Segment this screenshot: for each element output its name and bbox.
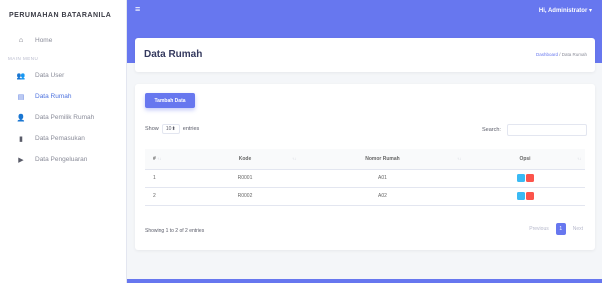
cell-opsi	[465, 169, 585, 188]
column-header-kode[interactable]: Kode ↑↓	[190, 149, 300, 170]
data-table: # ↑↓ Kode ↑↓ Nomor Rumah ↑↓ Opsi ↑↓ 1 R0001…	[145, 149, 585, 206]
sort-icon: ↑↓	[292, 156, 296, 161]
search-label: Search:	[482, 127, 501, 133]
cell-nomor-rumah: A02	[300, 187, 465, 206]
sidebar-item-label: Data Pemasukan	[35, 135, 85, 142]
page-1-button[interactable]: 1	[555, 223, 566, 235]
menu-header: MAIN MENU	[8, 55, 39, 61]
file-icon: ▮	[19, 135, 23, 143]
previous-page-button[interactable]: Previous	[525, 223, 552, 235]
users-icon: 👥	[16, 72, 26, 80]
sidebar-item-data-rumah[interactable]: ▤ Data Rumah	[0, 86, 126, 107]
column-header-no[interactable]: # ↑↓	[145, 149, 190, 170]
sidebar-item-label: Data User	[35, 72, 65, 79]
sidebar-item-label: Data Rumah	[35, 93, 72, 100]
footer-bar	[127, 279, 602, 283]
breadcrumb-current: Data Rumah	[561, 52, 587, 57]
page-header: Data Rumah Dashboard / Data Rumah	[135, 38, 595, 72]
menu-toggle-icon[interactable]: ≡	[135, 4, 140, 14]
cell-kode: R0001	[190, 169, 300, 188]
entries-label: entries	[182, 126, 200, 132]
sort-icon: ↑↓	[577, 156, 581, 161]
cell-kode: R0002	[190, 187, 300, 206]
show-label: Show	[145, 126, 159, 132]
folder-icon: ▶	[18, 156, 24, 164]
entries-length-control: Show 10 ⬍ entries	[145, 124, 199, 134]
sidebar-item-data-pemasukan[interactable]: ▮ Data Pemasukan	[0, 128, 126, 149]
search-control: Search:	[482, 124, 587, 136]
search-input[interactable]	[506, 124, 587, 136]
entries-select[interactable]: 10 ⬍	[161, 124, 180, 134]
next-page-button[interactable]: Next	[569, 223, 587, 235]
edit-button[interactable]	[516, 192, 525, 200]
pagination: Previous 1 Next	[525, 223, 587, 235]
column-header-nomor-rumah[interactable]: Nomor Rumah ↑↓	[300, 149, 465, 170]
breadcrumb-dashboard[interactable]: Dashboard	[536, 52, 558, 57]
sidebar-item-label: Data Pengeluaran	[35, 156, 88, 163]
delete-button[interactable]	[525, 192, 534, 200]
cell-no: 1	[145, 169, 190, 188]
sidebar-item-data-user[interactable]: 👥 Data User	[0, 65, 126, 86]
cell-no: 2	[145, 187, 190, 206]
sort-icon: ↑↓	[457, 156, 461, 161]
table-row: 2 R0002 A02	[145, 187, 585, 206]
delete-button[interactable]	[525, 174, 534, 182]
column-header-opsi[interactable]: Opsi ↑↓	[465, 149, 585, 170]
page-title: Data Rumah	[144, 49, 203, 60]
cell-opsi	[465, 187, 585, 206]
cell-nomor-rumah: A01	[300, 169, 465, 188]
brand-title[interactable]: PERUMAHAN BATARANILA	[0, 0, 126, 30]
breadcrumb: Dashboard / Data Rumah	[535, 52, 587, 57]
sidebar-item-label: Data Pemilik Rumah	[35, 114, 95, 121]
table-info: Showing 1 to 2 of 2 entries	[145, 228, 205, 234]
sidebar-item-home[interactable]: ⌂ Home	[0, 30, 126, 51]
sidebar-item-data-pemilik-rumah[interactable]: 👤 Data Pemilik Rumah	[0, 107, 126, 128]
sidebar-item-data-pengeluaran[interactable]: ▶ Data Pengeluaran	[0, 149, 126, 170]
sidebar-item-label: Home	[35, 37, 53, 44]
table-row: 1 R0001 A01	[145, 169, 585, 188]
user-plus-icon: 👤	[16, 114, 26, 122]
home-icon: ⌂	[18, 37, 24, 44]
building-icon: ▤	[17, 93, 25, 101]
edit-button[interactable]	[516, 174, 525, 182]
user-menu[interactable]: Hi, Administrator ▾	[539, 7, 592, 14]
data-card: Tambah Data Show 10 ⬍ entries Search: # …	[135, 84, 595, 250]
add-data-button[interactable]: Tambah Data	[145, 93, 195, 108]
sidebar: PERUMAHAN BATARANILA ⌂ Home MAIN MENU 👥 …	[0, 0, 127, 283]
